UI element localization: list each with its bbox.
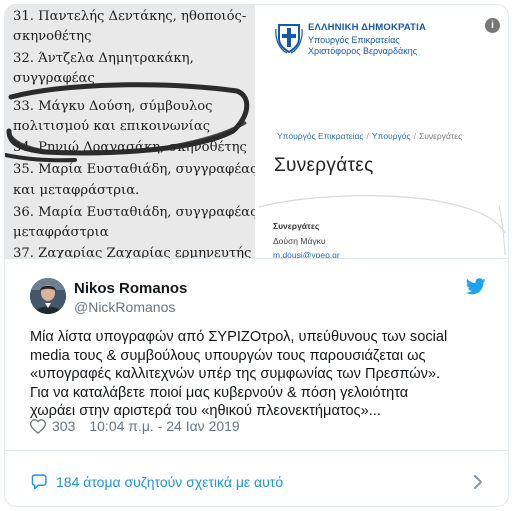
hand-drawn-circle-annotation bbox=[5, 82, 250, 163]
breadcrumb-item[interactable]: Υπουργός bbox=[372, 131, 411, 141]
tweet-text-line: «υπογραφές καλλιτεχνών υπέρ της συμφωνία… bbox=[30, 366, 441, 383]
tweet-text-line: Μία λίστα υπογραφών από ΣΥΡΙΖΟτρολ, υπεύ… bbox=[30, 329, 448, 345]
tweet-text-line: Για να καταλάβετε ποιοί μας κυβερνούν & … bbox=[30, 384, 409, 401]
twitter-bird-icon[interactable] bbox=[466, 278, 486, 295]
author-name[interactable]: Nikos Romanos bbox=[74, 280, 187, 297]
tweet-meta: 303 10:04 π.μ. - 24 Ιαν 2019 bbox=[30, 416, 240, 436]
breadcrumb-item[interactable]: Υπουργός Επικρατείας bbox=[277, 131, 364, 141]
greek-coat-of-arms-icon bbox=[275, 24, 303, 54]
page-title: Συνεργάτες bbox=[274, 155, 374, 176]
organization-subtitle: Υπουργός Επικρατείας bbox=[308, 35, 400, 45]
tweet-text-line: media τους & συμβούλους υπουργών τους πα… bbox=[30, 347, 426, 364]
ministry-webpage: ΕΛΛΗΝΙΚΗ ΔΗΜΟΚΡΑΤΙΑ Υπουργός Επικρατείας… bbox=[255, 5, 508, 258]
organization-title: ΕΛΛΗΝΙΚΗ ΔΗΜΟΚΡΑΤΙΑ bbox=[308, 22, 427, 33]
embedded-tweet-card: 31. Παντελής Δεντάκης, ηθοποιός- σκηνοθέ… bbox=[4, 4, 509, 507]
chevron-right-icon[interactable] bbox=[473, 475, 483, 489]
person-name: Δούση Μάγκυ bbox=[273, 236, 326, 246]
tweet-text: Μία λίστα υπογραφών από ΣΥΡΙΖΟτρολ, υπεύ… bbox=[30, 328, 500, 421]
section-label: Συνεργάτες bbox=[273, 221, 320, 231]
breadcrumb-current: Συνεργάτες bbox=[418, 131, 463, 141]
document-scan: 31. Παντελής Δεντάκης, ηθοποιός- σκηνοθέ… bbox=[5, 5, 262, 258]
minister-name: Χριστόφορος Βερναρδάκης bbox=[308, 46, 418, 56]
comment-bubble-icon bbox=[31, 474, 47, 490]
breadcrumb: Υπουργός Επικρατείας / Υπουργός / Συνεργάτες bbox=[277, 131, 463, 141]
divider bbox=[5, 258, 508, 259]
tweet-timestamp[interactable]: 10:04 π.μ. - 24 Ιαν 2019 bbox=[89, 418, 239, 434]
info-icon[interactable]: i bbox=[485, 18, 500, 33]
avatar[interactable] bbox=[30, 278, 66, 314]
profile-photo-icon bbox=[30, 278, 66, 314]
discussion-count-text: 184 άτομα συζητούν σχετικά με αυτό bbox=[56, 474, 284, 490]
tweet-media-image[interactable]: 31. Παντελής Δεντάκης, ηθοποιός- σκηνοθέ… bbox=[5, 5, 508, 258]
person-email-link[interactable]: m.dousi@ypep.gr bbox=[273, 250, 340, 258]
discussion-link[interactable]: 184 άτομα συζητούν σχετικά με αυτό bbox=[30, 471, 283, 493]
divider bbox=[5, 450, 508, 451]
like-count[interactable]: 303 bbox=[52, 418, 75, 434]
heart-icon[interactable] bbox=[30, 418, 46, 434]
author-handle[interactable]: @NickRomanos bbox=[74, 299, 175, 315]
